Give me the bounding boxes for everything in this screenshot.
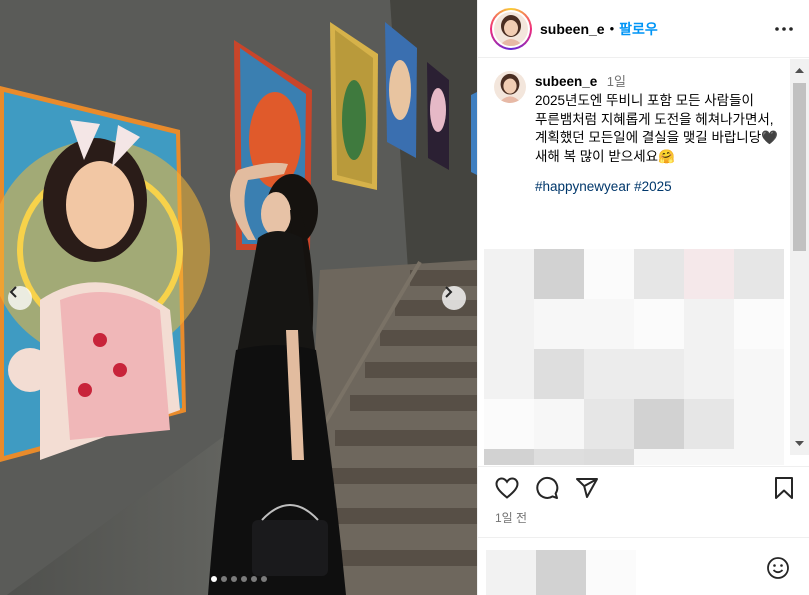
blur-tile bbox=[584, 249, 634, 299]
blur-tile bbox=[484, 249, 534, 299]
blur-tile bbox=[584, 399, 634, 449]
blurred-comments-placeholder bbox=[484, 249, 790, 465]
carousel-dot bbox=[250, 576, 257, 582]
post-photo[interactable] bbox=[0, 0, 477, 595]
carousel-dot bbox=[230, 576, 237, 582]
blur-tile bbox=[684, 249, 734, 299]
chevron-left-icon bbox=[9, 286, 17, 298]
carousel-dot bbox=[220, 576, 227, 582]
scroll-up-arrow-icon[interactable] bbox=[794, 65, 805, 76]
post-header: subeen_e • 팔로우 bbox=[478, 0, 809, 58]
hashtag-list: #happynewyear #2025 bbox=[535, 178, 785, 196]
carousel-dots bbox=[0, 576, 477, 582]
share-button[interactable] bbox=[574, 475, 600, 501]
comment-bubble-icon bbox=[536, 476, 559, 499]
header-separator: • bbox=[609, 21, 615, 36]
comments-scrollbar[interactable] bbox=[790, 59, 809, 455]
scrollbar-thumb[interactable] bbox=[793, 83, 806, 251]
carousel-dot bbox=[210, 576, 217, 582]
avatar[interactable] bbox=[494, 71, 526, 103]
blur-tile bbox=[536, 550, 586, 595]
post-details-panel: subeen_e • 팔로우 subeen_e 1일 2025년도엔 뚜비니 포… bbox=[477, 0, 809, 595]
hashtag-link[interactable]: #2025 bbox=[634, 179, 672, 194]
blur-tile bbox=[534, 249, 584, 299]
blur-tile bbox=[684, 449, 734, 465]
more-horizontal-icon bbox=[775, 27, 793, 31]
blur-tile bbox=[486, 550, 536, 595]
post-date[interactable]: 1일 전 bbox=[495, 509, 527, 526]
blur-tile bbox=[734, 449, 784, 465]
hashtag-link[interactable]: #happynewyear bbox=[535, 179, 630, 194]
blur-tile bbox=[534, 449, 584, 465]
blur-tile bbox=[684, 299, 734, 349]
blur-tile bbox=[684, 399, 734, 449]
smiley-icon[interactable] bbox=[766, 556, 790, 580]
blur-tile bbox=[634, 299, 684, 349]
more-options-button[interactable] bbox=[773, 18, 795, 40]
blur-tile bbox=[586, 550, 636, 595]
paper-plane-icon bbox=[576, 478, 598, 498]
blur-tile bbox=[734, 249, 784, 299]
blur-tile bbox=[734, 299, 784, 349]
blur-tile bbox=[584, 299, 634, 349]
comment-button[interactable] bbox=[534, 475, 560, 501]
avatar bbox=[494, 11, 528, 46]
like-button[interactable] bbox=[494, 475, 520, 501]
blur-tile bbox=[634, 249, 684, 299]
blur-tile bbox=[484, 299, 534, 349]
heart-icon bbox=[495, 477, 519, 499]
carousel-prev-button[interactable] bbox=[8, 286, 32, 310]
caption-username[interactable]: subeen_e bbox=[535, 74, 597, 89]
blur-tile bbox=[534, 349, 584, 399]
blur-tile bbox=[734, 349, 784, 399]
blur-tile bbox=[634, 449, 684, 465]
carousel-dot bbox=[240, 576, 247, 582]
photo-illustration bbox=[0, 0, 477, 595]
post-actions bbox=[478, 466, 809, 506]
chevron-right-icon bbox=[445, 286, 453, 298]
add-comment-area[interactable] bbox=[478, 537, 809, 595]
blur-tile bbox=[484, 349, 534, 399]
blur-tile bbox=[534, 399, 584, 449]
save-button[interactable] bbox=[771, 475, 797, 501]
caption: subeen_e 1일 2025년도엔 뚜비니 포함 모든 사람들이 푸른뱀처럼… bbox=[478, 59, 809, 196]
blur-tile bbox=[634, 399, 684, 449]
author-username[interactable]: subeen_e bbox=[540, 21, 605, 37]
follow-button[interactable]: 팔로우 bbox=[619, 19, 658, 39]
caption-text: 2025년도엔 뚜비니 포함 모든 사람들이 푸른뱀처럼 지혜롭게 도전을 헤쳐… bbox=[535, 93, 778, 164]
carousel-dot bbox=[260, 576, 267, 582]
bookmark-icon bbox=[775, 477, 793, 499]
scroll-down-arrow-icon[interactable] bbox=[794, 438, 805, 449]
blur-tile bbox=[584, 449, 634, 465]
comments-area[interactable]: subeen_e 1일 2025년도엔 뚜비니 포함 모든 사람들이 푸른뱀처럼… bbox=[478, 59, 809, 465]
carousel-next-button[interactable] bbox=[442, 286, 466, 310]
blur-tile bbox=[634, 349, 684, 399]
blur-tile bbox=[484, 399, 534, 449]
blur-tile bbox=[484, 449, 534, 465]
blur-tile bbox=[534, 299, 584, 349]
blur-tile bbox=[684, 349, 734, 399]
blur-tile bbox=[584, 349, 634, 399]
blur-tile bbox=[734, 399, 784, 449]
caption-time[interactable]: 1일 bbox=[607, 74, 626, 89]
blurred-comment-input-placeholder bbox=[486, 550, 636, 595]
author-avatar-ring[interactable] bbox=[490, 7, 532, 50]
